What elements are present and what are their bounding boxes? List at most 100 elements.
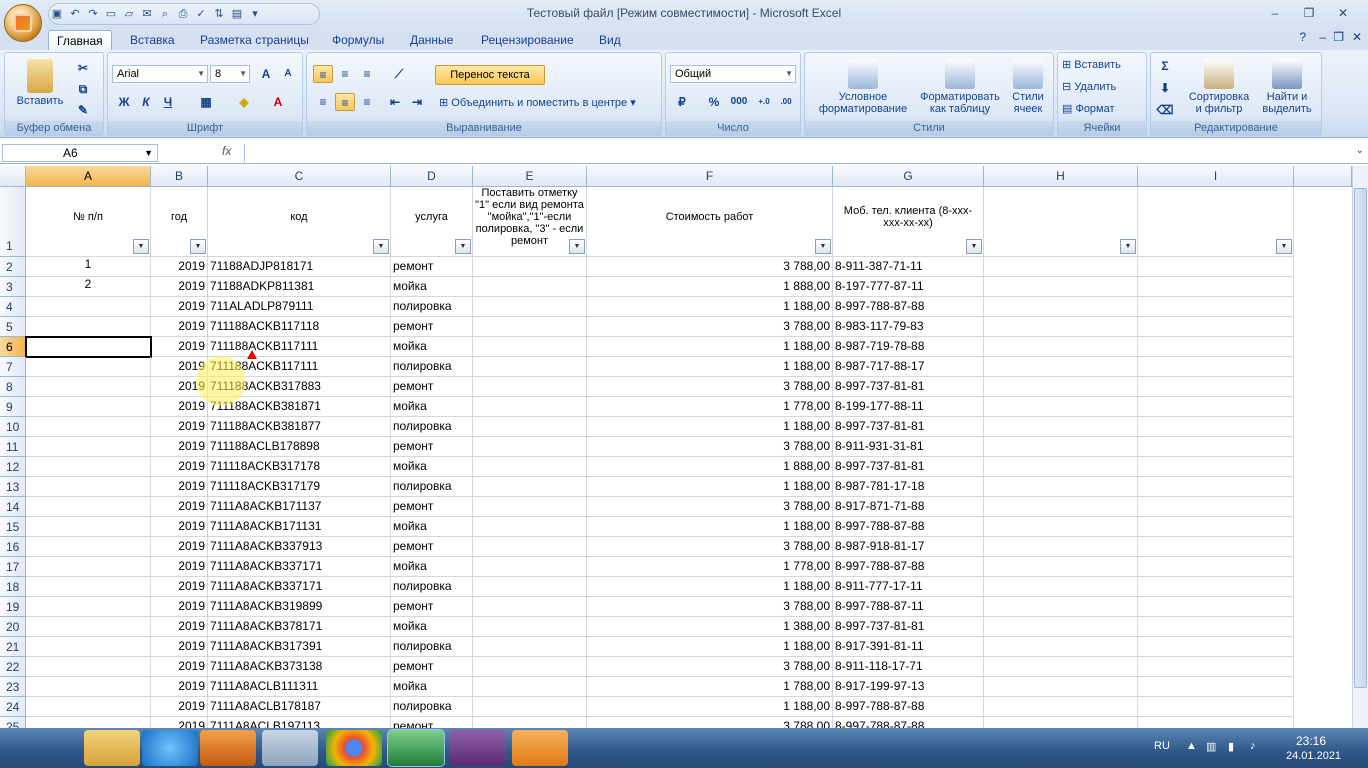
cell-g[interactable]: 8-917-871-71-88 (833, 497, 984, 517)
cell-a[interactable] (26, 497, 151, 517)
orientation-icon[interactable]: ⟋ (389, 65, 409, 83)
office-button[interactable] (4, 4, 42, 42)
cell-i[interactable] (1138, 577, 1294, 597)
cell-g[interactable]: 8-997-788-87-88 (833, 717, 984, 728)
tray-arrow-icon[interactable]: ▲ (1186, 740, 1197, 752)
cell-i[interactable] (1138, 257, 1294, 277)
cell-d[interactable]: мойка (391, 617, 473, 637)
cell-e[interactable] (473, 257, 587, 277)
row-header-1[interactable]: 1 (0, 187, 26, 257)
cell-h[interactable] (984, 397, 1138, 417)
signal-icon[interactable]: ▮ (1228, 740, 1234, 753)
cell-h[interactable] (984, 477, 1138, 497)
row-header[interactable]: 20 (0, 617, 26, 637)
cell-d[interactable]: полировка (391, 357, 473, 377)
help-icon[interactable]: ? (1299, 30, 1306, 44)
cell-b[interactable]: 2019 (151, 537, 208, 557)
cell-h[interactable] (984, 717, 1138, 728)
column-header-h[interactable]: H (984, 166, 1138, 187)
cell-a[interactable] (26, 557, 151, 577)
format-painter-icon[interactable]: ✎ (73, 101, 93, 119)
cell-e[interactable] (473, 477, 587, 497)
column-header-c[interactable]: C (208, 166, 391, 187)
cell-f[interactable]: 1 188,00 (587, 637, 833, 657)
conditional-formatting-button[interactable]: Условное форматирование (809, 59, 917, 115)
cell-d[interactable]: мойка (391, 277, 473, 297)
cell-e[interactable] (473, 297, 587, 317)
cell-h[interactable] (984, 537, 1138, 557)
cell-c[interactable]: 7111A8ACKB378171 (208, 617, 391, 637)
row-header[interactable]: 13 (0, 477, 26, 497)
cell-e[interactable] (473, 337, 587, 357)
cell-i[interactable] (1138, 357, 1294, 377)
recorder-taskbar-icon[interactable] (450, 730, 506, 766)
increase-decimal-icon[interactable]: +.0 (754, 93, 774, 111)
row-header[interactable]: 24 (0, 697, 26, 717)
cell-h[interactable] (984, 697, 1138, 717)
cell-i[interactable] (1138, 297, 1294, 317)
cell-e[interactable] (473, 717, 587, 728)
cell-h[interactable] (984, 437, 1138, 457)
cell-c[interactable]: 7111A8ACKB337913 (208, 537, 391, 557)
cell-d[interactable]: полировка (391, 417, 473, 437)
cell-c[interactable]: 7111A8ACKB171131 (208, 517, 391, 537)
row-header[interactable]: 11 (0, 437, 26, 457)
cell-b[interactable]: 2019 (151, 417, 208, 437)
row-header[interactable]: 3 (0, 277, 26, 297)
cell-i[interactable] (1138, 417, 1294, 437)
header-cell-i[interactable] (1138, 187, 1294, 257)
cell-d[interactable]: мойка (391, 337, 473, 357)
cell-e[interactable] (473, 437, 587, 457)
tab-home[interactable]: Главная (48, 30, 112, 50)
cell-a[interactable] (26, 537, 151, 557)
cell-h[interactable] (984, 337, 1138, 357)
fill-color-icon[interactable]: ◈ (234, 93, 254, 111)
cell-a[interactable] (26, 517, 151, 537)
cell-h[interactable] (984, 457, 1138, 477)
cell-e[interactable] (473, 577, 587, 597)
cell-f[interactable]: 1 788,00 (587, 677, 833, 697)
cell-a[interactable] (26, 657, 151, 677)
cell-b[interactable]: 2019 (151, 477, 208, 497)
column-header-e[interactable]: E (473, 166, 587, 187)
column-header-f[interactable]: F (587, 166, 833, 187)
cell-f[interactable]: 1 188,00 (587, 357, 833, 377)
scroll-thumb[interactable] (1354, 188, 1367, 688)
close-icon[interactable]: ✕ (1326, 2, 1360, 24)
cell-g[interactable]: 8-987-918-81-17 (833, 537, 984, 557)
row-header[interactable]: 15 (0, 517, 26, 537)
row-header[interactable]: 6 (0, 337, 26, 357)
cell-e[interactable] (473, 457, 587, 477)
cell-c[interactable]: 711188ACLB178898 (208, 437, 391, 457)
cell-d[interactable]: мойка (391, 517, 473, 537)
cell-d[interactable]: ремонт (391, 377, 473, 397)
tab-page-layout[interactable]: Разметка страницы (192, 30, 317, 50)
cell-g[interactable]: 8-917-199-97-13 (833, 677, 984, 697)
row-header[interactable]: 14 (0, 497, 26, 517)
align-center-icon[interactable]: ≡ (335, 93, 355, 111)
spreadsheet-grid[interactable]: A B C D E F G H I 1 № п/п ▼ год ▼ код ▼ услуга ▼ Поставить… (0, 166, 1352, 728)
row-header[interactable]: 18 (0, 577, 26, 597)
cell-b[interactable]: 2019 (151, 617, 208, 637)
cell-h[interactable] (984, 517, 1138, 537)
cell-a[interactable] (26, 697, 151, 717)
cell-h[interactable] (984, 377, 1138, 397)
cell-f[interactable]: 1 188,00 (587, 297, 833, 317)
currency-icon[interactable]: ₽ (672, 93, 692, 111)
cell-f[interactable]: 1 188,00 (587, 337, 833, 357)
language-indicator[interactable]: RU (1154, 740, 1170, 752)
align-right-icon[interactable]: ≡ (357, 93, 377, 111)
cell-d[interactable]: ремонт (391, 437, 473, 457)
cell-g[interactable]: 8-199-177-88-11 (833, 397, 984, 417)
cell-f[interactable]: 1 188,00 (587, 417, 833, 437)
cell-d[interactable]: полировка (391, 577, 473, 597)
row-header[interactable]: 9 (0, 397, 26, 417)
sort-filter-button[interactable]: Сортировка и фильтр (1187, 59, 1251, 115)
column-header-i[interactable]: I (1138, 166, 1294, 187)
cell-i[interactable] (1138, 477, 1294, 497)
cell-h[interactable] (984, 617, 1138, 637)
row-header[interactable]: 19 (0, 597, 26, 617)
cell-a[interactable] (26, 457, 151, 477)
cell-g[interactable]: 8-997-737-81-81 (833, 417, 984, 437)
cell-a[interactable] (26, 597, 151, 617)
